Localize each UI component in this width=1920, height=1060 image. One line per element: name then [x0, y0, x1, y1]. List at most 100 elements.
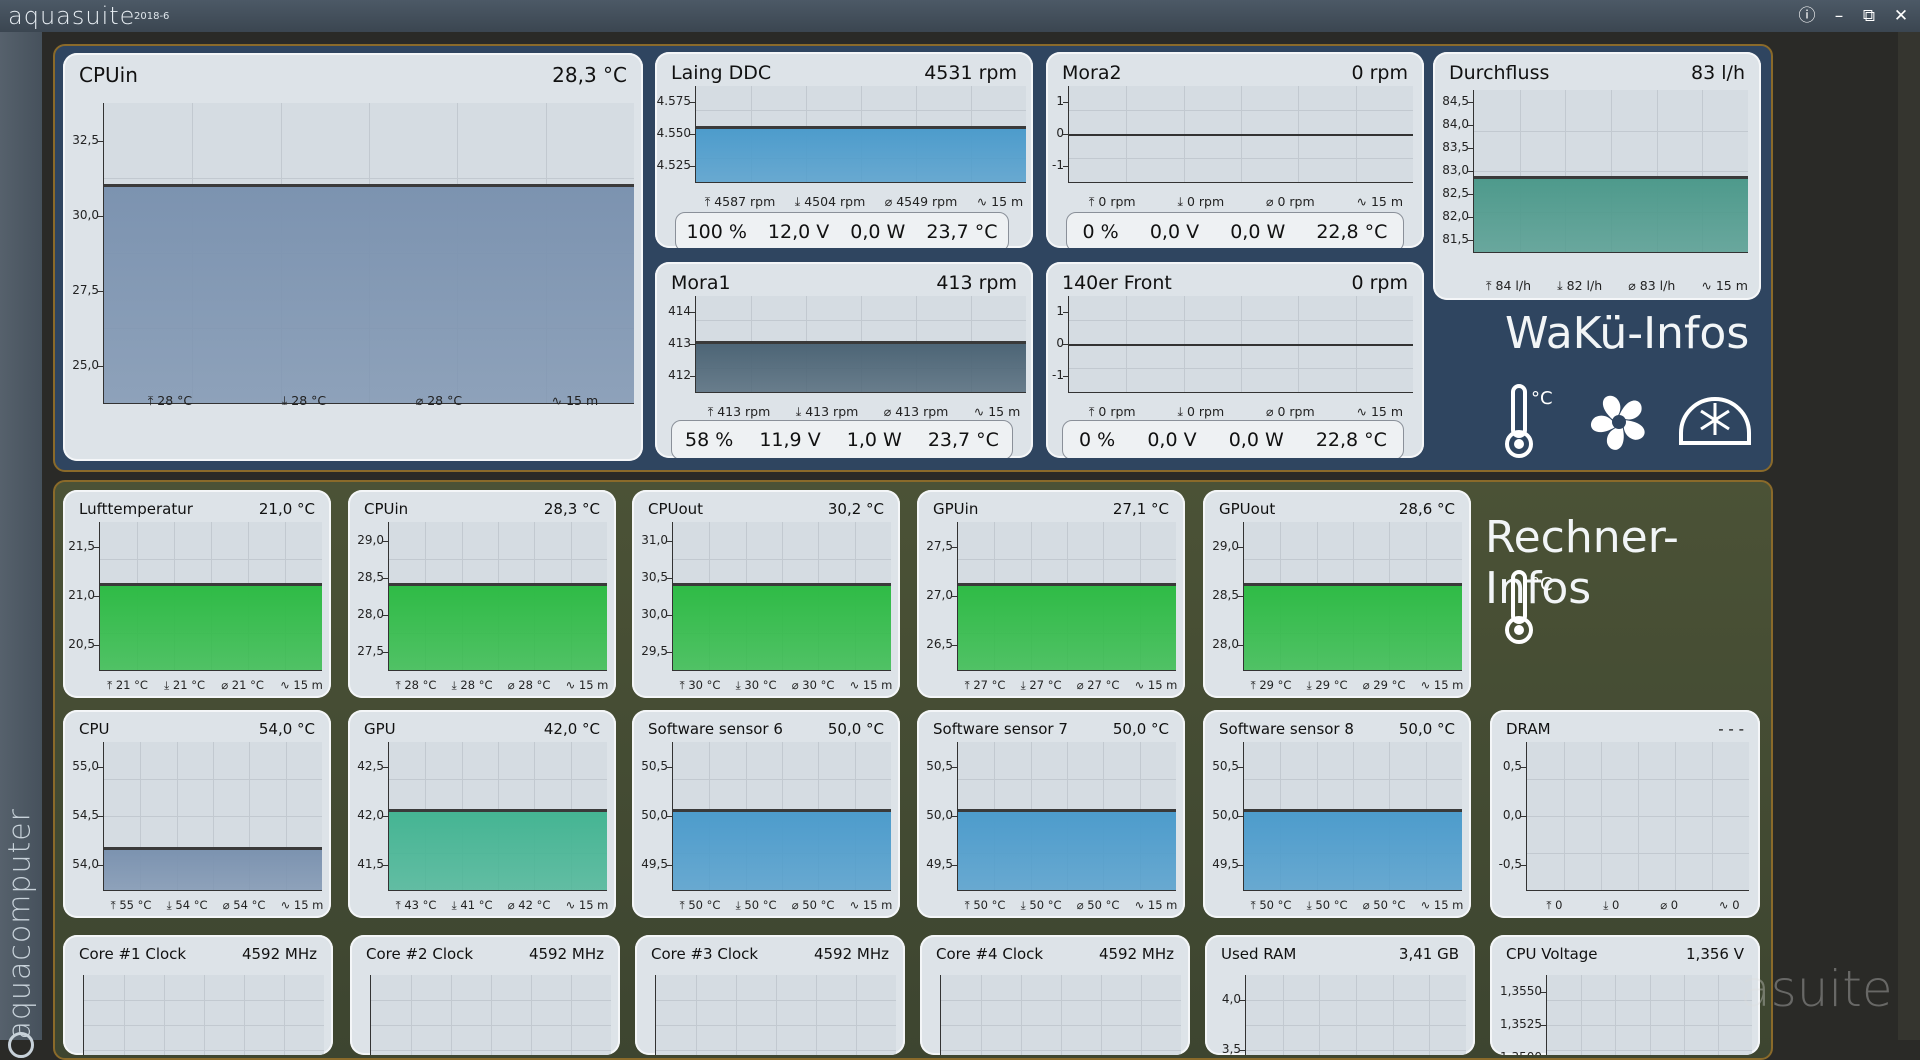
stat-min-icon: ⤓ [1557, 278, 1567, 293]
stat-value: 28 °C [404, 678, 437, 692]
sensor-tile-gpuin[interactable]: GPUin 27,1 °C 27,5 27,0 26,5 ⤒ 27 °C ⤓ 27 °C ⌀ … [917, 490, 1185, 698]
minimize-button[interactable]: – [1828, 5, 1850, 27]
y-tick-label: 20,5 [68, 637, 95, 652]
sensor-tile-core4[interactable]: Core #4 Clock 4592 MHz [920, 935, 1190, 1055]
radiator-icon[interactable] [1675, 391, 1755, 451]
stat-value: 28 °C [427, 393, 463, 408]
y-tick-label: 28,5 [357, 569, 384, 584]
info-icon[interactable]: ⓘ [1796, 5, 1818, 27]
y-tick-label: 27,5 [357, 643, 384, 658]
restore-button[interactable]: ⧉ [1858, 5, 1880, 27]
stat-item: ⤒ 28 °C [148, 393, 192, 409]
stat-item: ∿ 15 m [850, 678, 893, 693]
stat-item: ⤒ 4587 rpm [705, 194, 776, 210]
sensor-tile-cpuin[interactable]: CPUin 28,3 °C 29,0 28,5 28,0 27,5 ⤒ 28 °C ⤓ 28 … [348, 490, 616, 698]
sensor-chart [103, 103, 634, 404]
tile-value: 83 l/h [1691, 62, 1745, 84]
grid-line [1069, 320, 1413, 321]
y-tick-mark [98, 816, 103, 817]
sensor-tile-gpu[interactable]: GPU 42,0 °C 42,5 42,0 41,5 ⤒ 43 °C ⤓ 41 °C ⌀ 42… [348, 710, 616, 918]
thermometer-icon[interactable]: °C [1493, 568, 1553, 648]
sensor-tile-sw7[interactable]: Software sensor 7 50,0 °C 50,5 50,0 49,5 ⤒ 50… [917, 710, 1185, 918]
sensor-tile-sw6[interactable]: Software sensor 6 50,0 °C 50,5 50,0 49,5 ⤒ 50… [632, 710, 900, 918]
sensor-tile-sw8[interactable]: Software sensor 8 50,0 °C 50,5 50,0 49,5 ⤒ 50… [1203, 710, 1471, 918]
stat-item: ⌀ 50 °C [792, 898, 835, 913]
y-tick-label: 49,5 [1212, 857, 1239, 872]
sensor-tile-core2[interactable]: Core #2 Clock 4592 MHz [350, 935, 620, 1055]
grid-line [124, 975, 125, 1055]
y-tick-mark [1468, 217, 1473, 219]
scroll-strip[interactable] [1898, 32, 1920, 1040]
stat-item: ∿ 15 m [566, 678, 609, 693]
sensor-chart [1546, 975, 1752, 1055]
stat-avg-icon: ⌀ [507, 898, 519, 912]
sensor-tile-mora1[interactable]: Mora1 413 rpm 414 413 412 ⤒ 413 rpm ⤓ 413 rpm ⌀… [655, 262, 1033, 458]
stat-item: ∿ 15 m [281, 898, 324, 913]
close-button[interactable]: ✕ [1890, 5, 1912, 27]
y-tick-label: 28,0 [357, 606, 384, 621]
y-tick-mark [1240, 1050, 1245, 1051]
stat-max-icon: ⤒ [1088, 194, 1099, 209]
brand-vertical: aquacomputer [2, 807, 38, 1040]
tile-value: 413 rpm [936, 272, 1017, 294]
stat-min-icon: ⤓ [1603, 898, 1613, 912]
y-tick-label: 1,3525 [1500, 1017, 1542, 1031]
sensor-tile-cpu[interactable]: CPU 54,0 °C 55,0 54,5 54,0 ⤒ 55 °C ⤓ 54 °C ⌀ 54… [63, 710, 331, 918]
sensor-tile-core1[interactable]: Core #1 Clock 4592 MHz [63, 935, 333, 1055]
grid-line [1581, 975, 1583, 1055]
output-info-bar: 0 % 0,0 V 0,0 W 22,8 °C [1066, 212, 1404, 248]
y-tick-label: 1,3500 [1500, 1050, 1542, 1055]
stats-row: ⤒ 50 °C ⤓ 50 °C ⌀ 50 °C ∿ 15 m [1203, 898, 1471, 913]
y-tick-mark [1063, 376, 1068, 377]
section-title-waku: WaKü-Infos [1505, 308, 1750, 359]
output-temp: 22,8 °C [1316, 221, 1388, 243]
y-tick-label: 30,5 [641, 569, 668, 584]
sensor-tile-gpuout[interactable]: GPUout 28,6 °C 29,0 28,5 28,0 ⤒ 29 °C ⤓ 29 °C ⌀… [1203, 490, 1471, 698]
sensor-tile-front140[interactable]: 140er Front 0 rpm 1 0 -1 ⤒ 0 rpm ⤓ 0 rpm ⌀ 0 rp… [1046, 262, 1424, 458]
output-power: 0 % [1082, 221, 1119, 243]
sensor-tile-cpuout[interactable]: CPUout 30,2 °C 31,0 30,5 30,0 29,5 ⤒ 30 °C ⤓ 30… [632, 490, 900, 698]
sensor-tile-dram[interactable]: DRAM - - -0,5 0,0 -0,5 ⤒ 0 ⤓ 0 ⌀ 0 ∿ 0 [1490, 710, 1760, 918]
y-tick-mark [690, 376, 695, 377]
grid-line [451, 975, 452, 1055]
stat-item: ⌀ 42 °C [508, 898, 551, 913]
y-tick-label: 82,5 [1442, 186, 1469, 201]
grid-line [1356, 975, 1357, 1055]
brand-logo-icon[interactable] [8, 1032, 34, 1058]
stat-value: 15 m [991, 194, 1024, 209]
sensor-tile-mora2[interactable]: Mora2 0 rpm 1 0 -1 ⤒ 0 rpm ⤓ 0 rpm ⌀ 0 rpm ∿ 15 … [1046, 52, 1424, 248]
y-tick-mark [690, 102, 695, 103]
tile-value: 28,3 °C [543, 500, 600, 518]
stat-item: ⤓ 21 °C [164, 678, 205, 693]
sensor-tile-cpuvolt[interactable]: CPU Voltage 1,356 V 1,3550 1,3525 1,3500 [1490, 935, 1760, 1055]
sensor-tile-laing[interactable]: Laing DDC 4531 rpm 4.575 4.550 4.525 ⤒ 4587 r… [655, 52, 1033, 248]
stat-avg-icon: ⌀ [221, 678, 232, 692]
stat-item: ⌀ 0 rpm [1266, 404, 1315, 420]
tile-title: Software sensor 7 [933, 720, 1068, 738]
tile-value: 27,1 °C [1112, 500, 1169, 518]
stat-value: 413 rpm [895, 404, 949, 419]
stat-value: 54 °C [175, 898, 208, 912]
y-tick-label: 83,5 [1442, 139, 1469, 154]
stat-item: ⌀ 413 rpm [884, 404, 949, 420]
y-tick-label: 41,5 [357, 857, 384, 872]
grid-line [1069, 158, 1413, 159]
stat-value: 15 m [1147, 898, 1178, 912]
tile-title: Software sensor 8 [1219, 720, 1354, 738]
stat-value: 27 °C [1087, 678, 1120, 692]
stat-item: ∿ 15 m [977, 194, 1024, 210]
thermometer-icon[interactable]: °C [1493, 382, 1553, 462]
stat-item: ∿ 15 m [1701, 278, 1748, 294]
sensor-tile-lufttemp[interactable]: Lufttemperatur 21,0 °C 21,5 21,0 20,5 ⤒ 21 °C… [63, 490, 331, 698]
tile-title: Lufttemperatur [79, 500, 193, 518]
stat-avg-icon: ⌀ [1628, 278, 1640, 293]
stat-value: 30 °C [802, 678, 835, 692]
y-tick-label: 84,5 [1442, 93, 1469, 108]
output-temp: 23,7 °C [927, 429, 999, 451]
sensor-tile-core3[interactable]: Core #3 Clock 4592 MHz [635, 935, 905, 1055]
sensor-tile-usedram[interactable]: Used RAM 3,41 GB 4,0 3,5 [1205, 935, 1475, 1055]
grid-line [531, 975, 532, 1055]
fan-icon[interactable] [1583, 386, 1655, 458]
sensor-tile-cpuin_big[interactable]: CPUin 28,3 °C 32,5 30,0 27,5 25,0 ⤒ 28 °C ⤓ 28 … [63, 53, 643, 461]
sensor-tile-durchfluss[interactable]: Durchfluss 83 l/h 84,5 84,0 83,5 83,0 82,5 82,0… [1433, 52, 1761, 300]
